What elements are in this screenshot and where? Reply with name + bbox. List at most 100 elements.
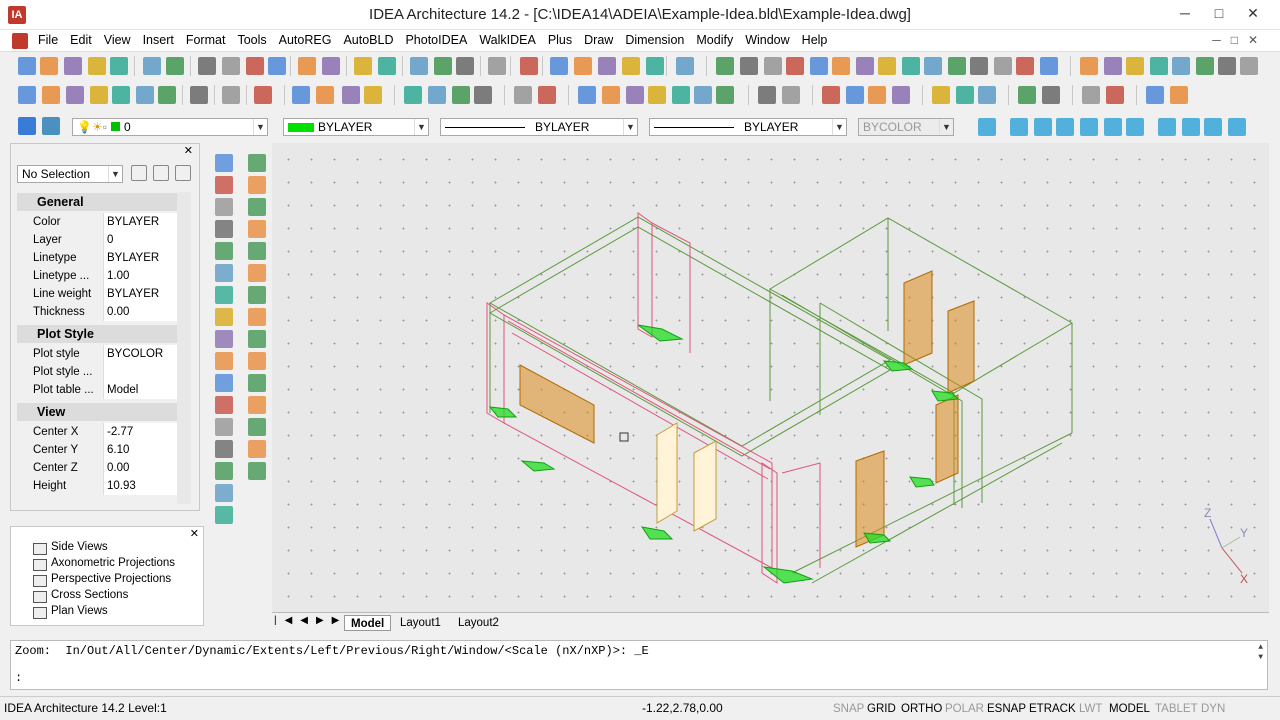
- toolbar-icon-tb2-25[interactable]: [694, 86, 712, 104]
- tree-node-1[interactable]: Axonometric Projections: [51, 557, 175, 569]
- status-tablet[interactable]: TABLET: [1152, 701, 1201, 717]
- toolbar-icon-tb2-14[interactable]: [404, 86, 422, 104]
- view-icon-7[interactable]: [1158, 118, 1176, 136]
- prop-row[interactable]: Thickness 0.00: [17, 303, 183, 321]
- close-icon[interactable]: ✕: [184, 144, 193, 157]
- toolbar-icon-tb2-5[interactable]: [136, 86, 154, 104]
- prop-value[interactable]: [103, 363, 183, 381]
- prop-row[interactable]: Plot style ...: [17, 363, 183, 381]
- modify-tool-icon-13[interactable]: [248, 440, 266, 458]
- menu-file[interactable]: File: [32, 30, 64, 50]
- toolbar-icon-tb2-9[interactable]: [254, 86, 272, 104]
- menu-view[interactable]: View: [98, 30, 137, 50]
- layer-previous-icon[interactable]: [42, 117, 60, 135]
- view-icon-6[interactable]: [1126, 118, 1144, 136]
- toolbar-icon-tb1-1[interactable]: [40, 57, 58, 75]
- status-model[interactable]: MODEL: [1106, 701, 1153, 717]
- prop-row[interactable]: Linetype ... 1.00: [17, 267, 183, 285]
- command-scroll[interactable]: ▲ ▼: [1258, 643, 1263, 663]
- select-objects-icon[interactable]: [153, 165, 169, 181]
- toolbar-icon-tb2-35[interactable]: [978, 86, 996, 104]
- draw-tool-icon-4[interactable]: [215, 242, 233, 260]
- modify-tool-icon-1[interactable]: [248, 176, 266, 194]
- prop-value[interactable]: Model: [103, 381, 183, 399]
- toolbar-icon-tb2-33[interactable]: [932, 86, 950, 104]
- view-icon-2[interactable]: [1034, 118, 1052, 136]
- toolbar-icon-tb2-13[interactable]: [364, 86, 382, 104]
- toolbar-icon-tb2-40[interactable]: [1146, 86, 1164, 104]
- prop-row[interactable]: Plot style BYCOLOR: [17, 345, 183, 363]
- toolbar-icon-tb2-34[interactable]: [956, 86, 974, 104]
- toolbar-icon-tb1-13[interactable]: [354, 57, 372, 75]
- draw-tool-icon-5[interactable]: [215, 264, 233, 282]
- toolbar-icon-tb1-20[interactable]: [550, 57, 568, 75]
- draw-tool-icon-12[interactable]: [215, 418, 233, 436]
- menu-edit[interactable]: Edit: [64, 30, 98, 50]
- toolbar-icon-tb1-44[interactable]: [1150, 57, 1168, 75]
- quick-select-icon[interactable]: [131, 165, 147, 181]
- draw-tool-icon-7[interactable]: [215, 308, 233, 326]
- toolbar-icon-tb2-30[interactable]: [846, 86, 864, 104]
- prop-value[interactable]: BYLAYER: [103, 213, 183, 231]
- toolbar-icon-tb1-10[interactable]: [268, 57, 286, 75]
- prop-row[interactable]: Center X -2.77: [17, 423, 183, 441]
- lineweight-combo[interactable]: BYLAYER ▼: [649, 118, 847, 136]
- view-icon-9[interactable]: [1204, 118, 1222, 136]
- status-grid[interactable]: GRID: [864, 701, 899, 717]
- prop-value[interactable]: BYLAYER: [103, 285, 183, 303]
- toolbar-icon-tb1-18[interactable]: [488, 57, 506, 75]
- toolbar-icon-tb1-45[interactable]: [1172, 57, 1190, 75]
- toolbar-icon-tb1-9[interactable]: [246, 57, 264, 75]
- menu-modify[interactable]: Modify: [690, 30, 739, 50]
- toolbar-icon-tb1-48[interactable]: [1240, 57, 1258, 75]
- toolbar-icon-tb2-18[interactable]: [514, 86, 532, 104]
- status-etrack[interactable]: ETRACK: [1026, 701, 1079, 717]
- view-icon-3[interactable]: [1056, 118, 1074, 136]
- toolbar-icon-tb1-38[interactable]: [994, 57, 1012, 75]
- prop-row[interactable]: Line weight BYLAYER: [17, 285, 183, 303]
- pickadd-toggle-icon[interactable]: [175, 165, 191, 181]
- draw-tool-icon-3[interactable]: [215, 220, 233, 238]
- toolbar-icon-tb2-32[interactable]: [892, 86, 910, 104]
- selection-combo[interactable]: No Selection ▼: [17, 165, 123, 183]
- tab-layout2[interactable]: Layout2: [452, 615, 505, 631]
- prop-row[interactable]: Color BYLAYER: [17, 213, 183, 231]
- prop-value[interactable]: 1.00: [103, 267, 183, 285]
- toolbar-icon-tb1-11[interactable]: [298, 57, 316, 75]
- toolbar-icon-tb2-1[interactable]: [42, 86, 60, 104]
- toolbar-icon-tb1-8[interactable]: [222, 57, 240, 75]
- tab-layout1[interactable]: Layout1: [394, 615, 447, 631]
- draw-tool-icon-11[interactable]: [215, 396, 233, 414]
- modify-tool-icon-6[interactable]: [248, 286, 266, 304]
- status-lwt[interactable]: LWT: [1076, 701, 1105, 717]
- modify-tool-icon-0[interactable]: [248, 154, 266, 172]
- view-icon-5[interactable]: [1104, 118, 1122, 136]
- draw-tool-icon-16[interactable]: [215, 506, 233, 524]
- toolbar-icon-tb2-2[interactable]: [66, 86, 84, 104]
- toolbar-icon-tb2-11[interactable]: [316, 86, 334, 104]
- toolbar-icon-tb1-31[interactable]: [832, 57, 850, 75]
- prop-row[interactable]: Center Z 0.00: [17, 459, 183, 477]
- close-icon[interactable]: ✕: [190, 527, 199, 540]
- toolbar-icon-tb1-12[interactable]: [322, 57, 340, 75]
- toolbar-icon-tb2-3[interactable]: [90, 86, 108, 104]
- modify-tool-icon-10[interactable]: [248, 374, 266, 392]
- toolbar-icon-tb1-0[interactable]: [18, 57, 36, 75]
- prop-value[interactable]: 0: [103, 231, 183, 249]
- view-icon-10[interactable]: [1228, 118, 1246, 136]
- status-ortho[interactable]: ORTHO: [898, 701, 945, 717]
- toolbar-icon-tb1-5[interactable]: [143, 57, 161, 75]
- modify-tool-icon-14[interactable]: [248, 462, 266, 480]
- toolbar-icon-tb2-38[interactable]: [1082, 86, 1100, 104]
- toolbar-icon-tb1-21[interactable]: [574, 57, 592, 75]
- drawing-canvas[interactable]: Z Y X: [272, 143, 1269, 612]
- toolbar-icon-tb1-30[interactable]: [810, 57, 828, 75]
- toolbar-icon-tb1-40[interactable]: [1040, 57, 1058, 75]
- status-snap[interactable]: SNAP: [830, 701, 867, 717]
- modify-tool-icon-12[interactable]: [248, 418, 266, 436]
- toolbar-icon-tb1-39[interactable]: [1016, 57, 1034, 75]
- toolbar-icon-tb2-36[interactable]: [1018, 86, 1036, 104]
- toolbar-icon-tb1-24[interactable]: [646, 57, 664, 75]
- menu-autoreg[interactable]: AutoREG: [273, 30, 338, 50]
- menu-insert[interactable]: Insert: [137, 30, 180, 50]
